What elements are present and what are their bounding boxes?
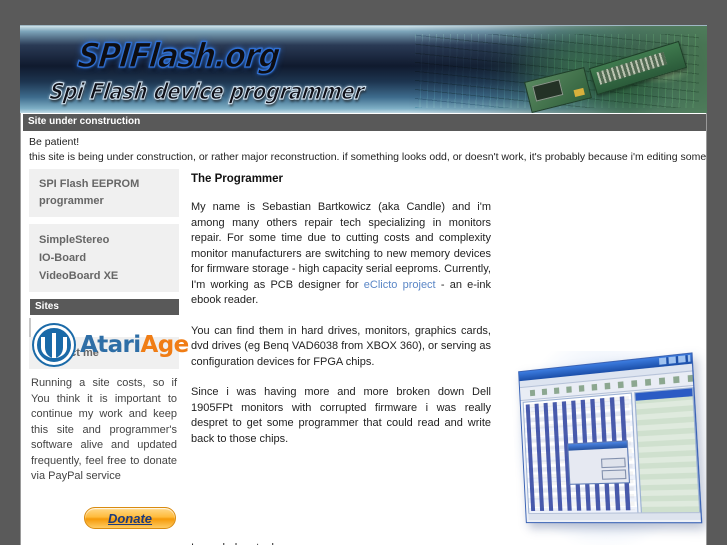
screenshot-statusbar	[528, 512, 701, 521]
sidebar: SPI Flash EEPROM programmer SimpleStereo…	[29, 169, 189, 529]
main-content: The Programmer My name is Sebastian Bart…	[191, 173, 491, 462]
construction-line-2: this site is being under construction, o…	[29, 151, 707, 163]
sidebar-title-line-2: programmer	[39, 195, 104, 207]
donate-description: Running a site costs, so if You think it…	[31, 377, 177, 482]
screenshot-dialog-read-button	[600, 457, 626, 469]
page-root: SPIFlash.org Spi Flash device programmer…	[0, 0, 727, 545]
screenshot-dialog-write-button	[601, 469, 627, 480]
donate-button-wrap: Donate	[29, 506, 179, 529]
sidebar-item-simplestereo[interactable]: SimpleStereo	[39, 231, 171, 249]
paragraph-motivation: Since i was having more and more broken …	[191, 386, 491, 445]
screenshot-dialog-titlebar	[568, 441, 628, 451]
screenshot-lock-bits-dialog	[567, 440, 631, 485]
construction-line-1: Be patient!	[29, 136, 80, 148]
section-bar-construction: Site under construction	[22, 114, 706, 131]
paragraph-about-author: My name is Sebastian Bartkowicz (aka Can…	[191, 200, 491, 309]
sidebar-title-box: SPI Flash EEPROM programmer	[29, 169, 179, 217]
construction-notice: Be patient! this site is being under con…	[29, 135, 707, 165]
donate-button[interactable]: Donate	[84, 506, 176, 529]
sidebar-menu: SimpleStereo IO-Board VideoBoard XE	[29, 224, 179, 292]
screenshot-window-buttons-icon	[658, 354, 691, 365]
sidebar-item-videoboard-xe[interactable]: VideoBoard XE	[39, 267, 171, 285]
page-sheet: Site under construction Be patient! this…	[20, 113, 707, 545]
sidebar-title-line-1: SPI Flash EEPROM	[39, 178, 140, 190]
site-banner: SPIFlash.org Spi Flash device programmer	[20, 25, 707, 113]
screenshot-window	[518, 352, 703, 524]
eclicto-project-link[interactable]: eClicto project	[364, 279, 436, 291]
paragraph-needed-a-tool: I needed a tool, and i needed it fast.	[191, 541, 277, 545]
site-logo-title: SPIFlash.org	[75, 36, 282, 77]
software-screenshot-image	[514, 351, 703, 545]
paragraph-1-part-1: My name is Sebastian Bartkowicz (aka Can…	[191, 201, 491, 291]
atariage-logo-link[interactable]: AtariAge	[29, 318, 189, 365]
page-title: The Programmer	[191, 173, 284, 185]
site-logo-subtitle: Spi Flash device programmer	[48, 78, 367, 105]
section-bar-sites: Sites	[29, 299, 179, 315]
sidebar-item-io-board[interactable]: IO-Board	[39, 249, 171, 267]
paragraph-where-found: You can find them in hard drives, monito…	[191, 324, 491, 368]
screenshot-ascii-pane	[634, 387, 701, 514]
